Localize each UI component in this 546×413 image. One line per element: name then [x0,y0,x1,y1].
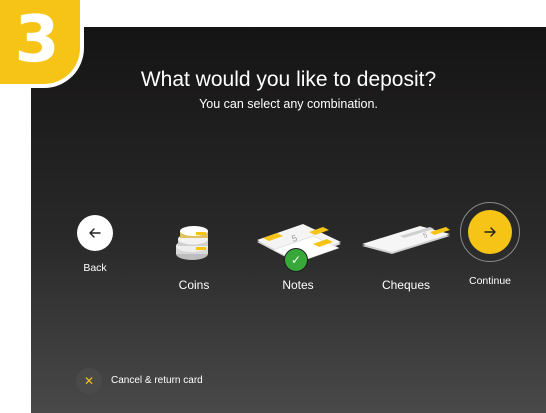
step-number: 3 [14,3,60,77]
back-button[interactable] [77,215,113,251]
arrow-left-icon [89,228,101,238]
page-subtitle: You can select any combination. [199,97,378,111]
close-icon: ✕ [83,374,95,388]
back-label: Back [83,262,107,274]
coins-icon [176,226,208,260]
continue-button[interactable] [468,210,512,254]
option-cheques[interactable]: 5 [360,222,452,260]
page-title: What would you like to deposit? [140,68,437,91]
step-badge: 3 [0,0,84,88]
option-notes-label: Notes [282,278,314,292]
cheques-icon: 5 [362,226,450,254]
cancel-label[interactable]: Cancel & return card [111,375,203,386]
cancel-button[interactable]: ✕ [76,368,102,394]
arrow-right-icon [484,227,496,237]
continue-label: Continue [468,275,512,287]
option-coins-label: Coins [178,278,210,292]
check-icon: ✓ [284,248,308,272]
option-coins[interactable] [170,222,216,262]
option-cheques-label: Cheques [381,278,431,292]
